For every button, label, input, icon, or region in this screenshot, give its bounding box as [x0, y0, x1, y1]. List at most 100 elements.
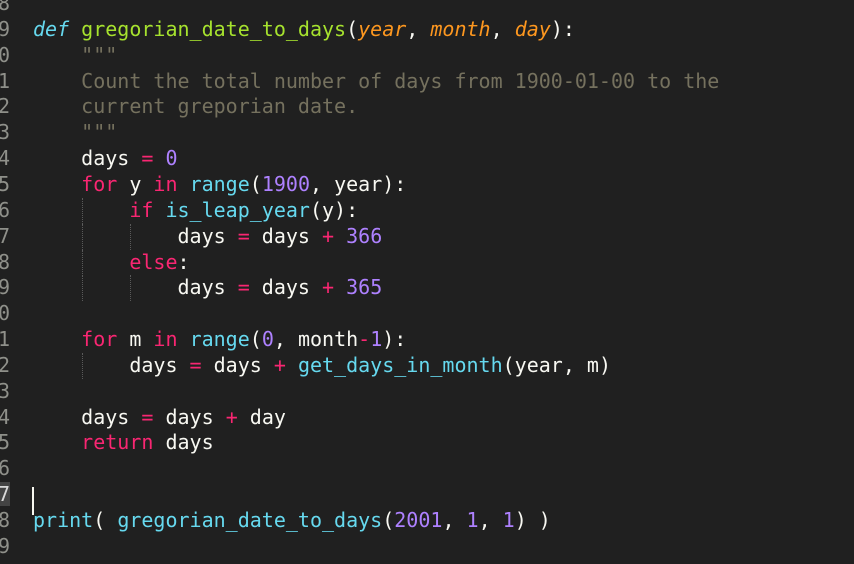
code-token: for [81, 327, 118, 352]
code-token: gregorian_date_to_days [117, 508, 383, 532]
code-token: 1 [370, 327, 383, 352]
code-text[interactable]: """ [33, 43, 117, 67]
code-token: days [249, 275, 323, 300]
code-line[interactable]: 0 [0, 301, 854, 327]
code-token: ( [382, 508, 395, 532]
code-token: else [129, 249, 178, 274]
code-token: 365 [346, 275, 383, 300]
code-token: + [322, 275, 335, 300]
code-text[interactable]: Count the total number of days from 1900… [33, 69, 719, 93]
line-number: 1 [0, 68, 10, 93]
code-line[interactable]: 7 days = days + 366 [0, 223, 854, 250]
code-token: gregorian_date_to_days [81, 16, 347, 41]
line-number: 0 [0, 301, 10, 326]
code-line[interactable]: 9 [0, 534, 854, 560]
code-text[interactable]: days = days + day [33, 405, 286, 429]
code-text[interactable]: days = days + 366 [33, 223, 382, 250]
line-number: 9 [0, 16, 10, 41]
line-number: 3 [0, 378, 10, 403]
code-token: + [322, 223, 335, 248]
code-token: 0 [261, 327, 274, 352]
line-number: 6 [0, 456, 10, 481]
code-text[interactable]: if is_leap_year(y): [33, 197, 359, 224]
code-token: , [442, 508, 467, 532]
code-token: ( [346, 16, 359, 41]
code-editor[interactable]: 8 9 def gregorian_date_to_days(year, month… [0, 0, 854, 564]
line-number: 2 [0, 94, 10, 119]
code-line[interactable]: 8 [0, 0, 854, 17]
code-line[interactable]: 2 days = days + get_days_in_month(year, … [0, 352, 854, 379]
code-token: 1 [502, 508, 515, 532]
code-line[interactable]: 6 [0, 456, 854, 482]
code-line[interactable]: 8 print( gregorian_date_to_days(2001, 1, … [0, 508, 854, 534]
code-token: + [273, 352, 286, 377]
code-line[interactable]: 2 current greporian date. [0, 94, 854, 120]
line-number: 9 [0, 275, 10, 300]
indent-guide [82, 275, 83, 302]
code-line[interactable]: 8 else: [0, 249, 854, 276]
code-line[interactable]: 1 Count the total number of days from 19… [0, 69, 854, 95]
code-text[interactable]: current greporian date. [33, 94, 358, 118]
code-token: year [358, 16, 407, 41]
code-token: print [33, 508, 94, 532]
indent-guide [82, 223, 83, 250]
code-text[interactable]: """ [33, 120, 117, 144]
code-token: """ [81, 120, 118, 145]
code-line[interactable]: 6 if is_leap_year(y): [0, 197, 854, 224]
code-token: , year): [310, 171, 407, 196]
code-line[interactable]: 0 """ [0, 43, 854, 69]
code-line[interactable]: 4 days = 0 [0, 146, 854, 172]
line-number: 6 [0, 197, 10, 222]
line-number: 8 [0, 0, 10, 15]
line-number: 8 [0, 508, 10, 532]
line-number: 0 [0, 42, 10, 67]
code-token: ( [249, 171, 262, 196]
code-text[interactable]: else: [33, 249, 190, 276]
text-cursor [32, 487, 34, 515]
code-text[interactable]: days = days + 365 [33, 275, 383, 302]
code-token: ( [249, 327, 262, 352]
code-line[interactable]: 7 [0, 482, 854, 508]
code-line[interactable]: 3 """ [0, 120, 854, 146]
code-line[interactable]: 1 for m in range(0, month-1): [0, 327, 854, 353]
code-token: (y): [309, 197, 359, 222]
indent-guide [82, 352, 83, 379]
code-token: , [478, 508, 503, 532]
code-text[interactable]: def gregorian_date_to_days(year, month, … [33, 17, 575, 41]
code-token: in [153, 171, 178, 196]
code-token: days [177, 275, 238, 300]
code-line[interactable]: 9 def gregorian_date_to_days(year, month,… [0, 17, 854, 43]
code-text[interactable]: days = 0 [33, 146, 177, 170]
code-token: ): [382, 327, 407, 352]
code-line[interactable]: 4 days = days + day [0, 405, 854, 431]
code-token: , month [273, 327, 359, 352]
code-line[interactable]: 9 days = days + 365 [0, 275, 854, 302]
code-text[interactable]: print( gregorian_date_to_days(2001, 1, 1… [33, 508, 551, 532]
code-line[interactable]: 5 return days [0, 430, 854, 456]
line-number: 7 [0, 223, 10, 248]
code-token: range [189, 171, 250, 196]
line-number: 5 [0, 171, 10, 196]
code-token: month [430, 16, 491, 41]
code-token: day [237, 404, 286, 429]
code-text[interactable]: for y in range(1900, year): [33, 172, 406, 196]
code-text[interactable]: for m in range(0, month-1): [33, 327, 406, 351]
code-line[interactable]: 3 [0, 379, 854, 405]
line-number: 4 [0, 404, 10, 429]
code-line[interactable]: 5 for y in range(1900, year): [0, 172, 854, 198]
line-number: 5 [0, 430, 10, 455]
line-number: 4 [0, 146, 10, 171]
code-token: days [129, 352, 190, 377]
code-text[interactable]: days = days + get_days_in_month(year, m) [33, 352, 611, 379]
code-text[interactable]: return days [33, 430, 213, 454]
code-token: range [189, 327, 250, 352]
